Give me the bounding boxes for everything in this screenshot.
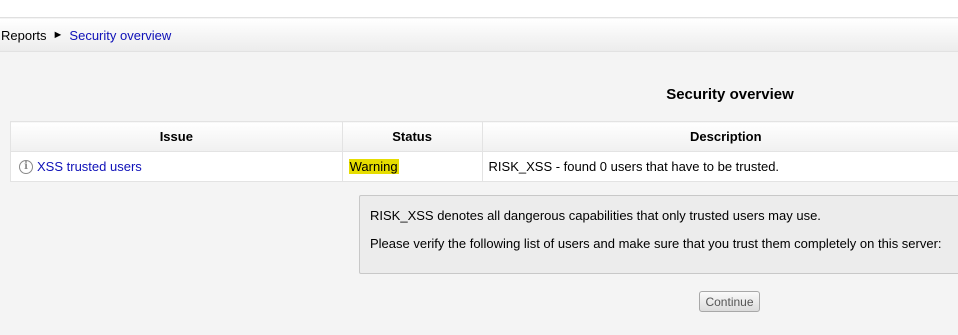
issue-details-box: RISK_XSS denotes all dangerous capabilit… [359,195,958,274]
column-header-description: Description [481,121,958,152]
table-header-row: Issue Status Description [10,121,958,152]
status-cell: Warning [341,151,483,182]
status-badge: Warning [348,159,399,174]
info-icon: i [19,159,33,174]
details-line-2: Please verify the following list of user… [370,236,942,251]
description-cell: RISK_XSS - found 0 users that have to be… [481,151,958,182]
column-header-status: Status [341,121,483,152]
continue-button[interactable]: Continue [699,291,760,312]
issue-link[interactable]: XSS trusted users [37,159,142,174]
page-title-wrap: Security overview [0,0,958,120]
security-table: Issue Status Description i XSS trusted u… [10,121,958,182]
page-title: Security overview [666,86,794,103]
column-header-issue: Issue [10,121,343,152]
issue-cell: i XSS trusted users [10,151,343,182]
table-row: i XSS trusted users Warning RISK_XSS - f… [10,151,958,182]
details-line-1: RISK_XSS denotes all dangerous capabilit… [370,208,821,223]
